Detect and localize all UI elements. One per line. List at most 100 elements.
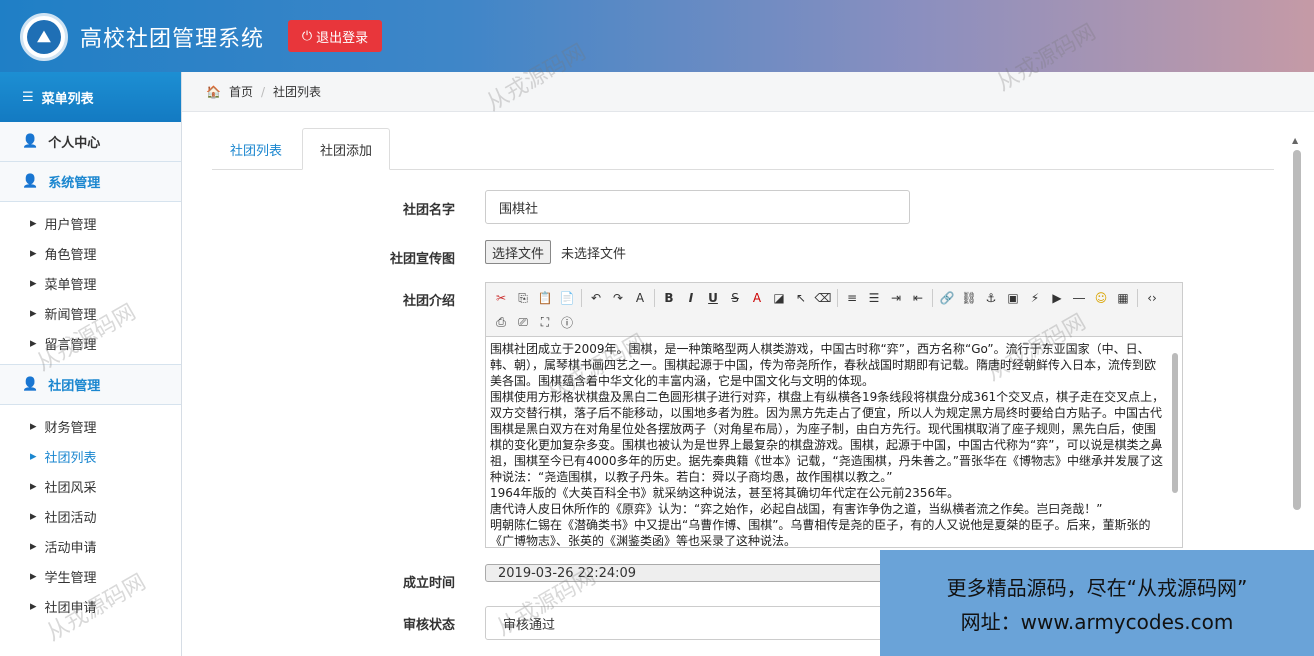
outdent-icon[interactable]: ⇤ <box>907 287 929 309</box>
list-icon[interactable]: ☰ <box>863 287 885 309</box>
intro-paragraph: 明朝陈仁锡在《潜确类书》中又提出“乌曹作博、围棋”。乌曹相传是尧的臣子，有的人又… <box>490 518 1151 546</box>
link-icon[interactable]: 🔗 <box>936 287 958 309</box>
tab-bar: 社团列表 社团添加 <box>212 128 1274 170</box>
sidebar-item-label: 活动申请 <box>44 540 97 556</box>
unlink-icon[interactable]: ⛓ <box>958 287 980 309</box>
sidebar-item-label: 社团活动 <box>44 510 97 526</box>
sidebar-item-label: 学生管理 <box>44 570 97 586</box>
select-icon[interactable]: ↖ <box>790 287 812 309</box>
print-icon[interactable]: ⎚ <box>512 311 534 333</box>
paste-icon[interactable]: 📋 <box>534 287 556 309</box>
power-icon: ⏻ <box>301 28 313 44</box>
sidebar-item-activity-apply[interactable]: ▸ 活动申请 <box>0 531 181 561</box>
sidebar-group-label: 系统管理 <box>48 176 101 191</box>
about-icon[interactable]: ⓘ <box>556 311 578 333</box>
sidebar-item-club-style[interactable]: ▸ 社团风采 <box>0 471 181 501</box>
promo-line-1: 更多精品源码，尽在“从戎源码网” <box>946 576 1248 600</box>
tab-club-add[interactable]: 社团添加 <box>302 128 390 170</box>
editor-content[interactable]: 围棋社团成立于2009年。围棋，是一种策略型两人棋类游戏，中国古时称“弈”，西方… <box>490 341 1165 546</box>
image-label: 社团宣传图 <box>389 252 455 267</box>
editor-scrollbar[interactable] <box>1169 341 1181 546</box>
sidebar-item-label: 留言管理 <box>44 337 97 353</box>
sidebar-item-club-activity[interactable]: ▸ 社团活动 <box>0 501 181 531</box>
undo-icon[interactable]: ↶ <box>585 287 607 309</box>
hr-icon[interactable]: ― <box>1068 287 1090 309</box>
indent-icon[interactable]: ⇥ <box>885 287 907 309</box>
sidebar-item-personal[interactable]: 👤 个人中心 <box>0 122 181 162</box>
sidebar-item-club-apply[interactable]: ▸ 社团申请 <box>0 591 181 621</box>
sidebar-item-label: 社团列表 <box>44 450 97 466</box>
club-submenu: ▸ 财务管理 ▸ 社团列表 ▸ 社团风采 ▸ 社团活动 ▸ 活动申请 ▸ 学生管理 ▸ 社团申… <box>0 405 181 627</box>
toolbar-separator <box>654 289 655 307</box>
club-name-input[interactable]: 围棋社 <box>485 190 910 224</box>
copy-icon[interactable]: ⎘ <box>512 287 534 309</box>
logout-label: 退出登录 <box>316 30 369 46</box>
cut-icon[interactable]: ✂ <box>490 287 512 309</box>
paste-text-icon[interactable]: 📄 <box>556 287 578 309</box>
fullscreen-icon[interactable]: ⛶ <box>534 311 556 333</box>
sidebar-item-label: 用户管理 <box>44 217 97 233</box>
caret-right-icon: ▸ <box>30 598 37 614</box>
sidebar-item-messages[interactable]: ▸ 留言管理 <box>0 328 181 358</box>
bold-icon[interactable]: B <box>658 287 680 309</box>
menu-header: ☰ 菜单列表 <box>0 72 181 122</box>
anchor-icon[interactable]: ⚓ <box>980 287 1002 309</box>
menu-title: 菜单列表 <box>41 91 94 107</box>
choose-file-button[interactable]: 选择文件 <box>485 240 552 264</box>
user-icon: 👤 <box>22 134 39 149</box>
bg-color-icon[interactable]: ◪ <box>768 287 790 309</box>
audit-status-select[interactable]: 审核通过 <box>485 606 910 640</box>
align-left-icon[interactable]: ≡ <box>841 287 863 309</box>
sidebar-item-menus[interactable]: ▸ 菜单管理 <box>0 268 181 298</box>
sidebar-item-news[interactable]: ▸ 新闻管理 <box>0 298 181 328</box>
sidebar-item-label: 财务管理 <box>44 420 97 436</box>
rich-text-editor: ✂ ⎘ 📋 📄 ↶ ↷ A B I U S A ◪ ↖ ⌫ ≡ ☰ ⇥ ⇤ 🔗 ⛓ ⚓ ▣ ⚡ ▶ ― ☺ ▦ ‹› ⎙ ⎚ ⛶ ⓘ 围棋社团成… <box>485 282 1183 548</box>
flash-icon[interactable]: ⚡ <box>1024 287 1046 309</box>
app-title: 高校社团管理系统 <box>80 27 265 52</box>
scroll-up-icon[interactable]: ▲ <box>1292 136 1298 145</box>
status-label: 审核状态 <box>402 618 455 633</box>
font-color-icon[interactable]: A <box>746 287 768 309</box>
promo-line-2: 网址：www.armycodes.com <box>960 610 1234 634</box>
image-icon[interactable]: ▣ <box>1002 287 1024 309</box>
caret-right-icon: ▸ <box>30 448 37 464</box>
sidebar-item-label: 个人中心 <box>48 136 101 151</box>
breadcrumb-home[interactable]: 首页 <box>229 83 253 100</box>
caret-right-icon: ▸ <box>30 538 37 554</box>
italic-icon[interactable]: I <box>680 287 702 309</box>
intro-label: 社团介绍 <box>402 294 455 309</box>
sidebar-item-club-list[interactable]: ▸ 社团列表 <box>0 441 181 471</box>
preview-icon[interactable]: ⎙ <box>490 311 512 333</box>
editor-toolbar: ✂ ⎘ 📋 📄 ↶ ↷ A B I U S A ◪ ↖ ⌫ ≡ ☰ ⇥ ⇤ 🔗 ⛓ ⚓ ▣ ⚡ ▶ ― ☺ ▦ ‹› ⎙ ⎚ ⛶ ⓘ <box>486 283 1182 337</box>
caret-right-icon: ▸ <box>30 508 37 524</box>
sidebar-item-label: 社团申请 <box>44 600 97 616</box>
system-submenu: ▸ 用户管理 ▸ 角色管理 ▸ 菜单管理 ▸ 新闻管理 ▸ 留言管理 <box>0 202 181 365</box>
sidebar-item-roles[interactable]: ▸ 角色管理 <box>0 238 181 268</box>
logout-button[interactable]: ⏻ 退出登录 <box>288 20 382 52</box>
app-header: ⛰ 高校社团管理系统 ⏻ 退出登录 <box>0 0 1314 72</box>
tab-club-list[interactable]: 社团列表 <box>212 128 300 170</box>
toolbar-separator <box>932 289 933 307</box>
media-icon[interactable]: ▶ <box>1046 287 1068 309</box>
redo-icon[interactable]: ↷ <box>607 287 629 309</box>
strike-icon[interactable]: S <box>724 287 746 309</box>
founded-date-field[interactable]: 2019-03-26 22:24:09 <box>485 564 910 582</box>
caret-right-icon: ▸ <box>30 215 37 231</box>
file-status-text: 未选择文件 <box>561 247 627 262</box>
source-icon[interactable]: ‹› <box>1141 287 1163 309</box>
underline-icon[interactable]: U <box>702 287 724 309</box>
emoji-icon[interactable]: ☺ <box>1090 287 1112 309</box>
caret-right-icon: ▸ <box>30 335 37 351</box>
breadcrumb: 🏠 首页 / 社团列表 <box>182 72 1314 112</box>
user-icon: 👤 <box>22 174 39 189</box>
breadcrumb-separator: / <box>260 84 266 99</box>
eraser-icon[interactable]: ⌫ <box>812 287 834 309</box>
sidebar-item-users[interactable]: ▸ 用户管理 <box>0 208 181 238</box>
sidebar-item-students[interactable]: ▸ 学生管理 <box>0 561 181 591</box>
font-icon[interactable]: A <box>629 287 651 309</box>
sidebar-item-label: 社团风采 <box>44 480 97 496</box>
table-icon[interactable]: ▦ <box>1112 287 1134 309</box>
sidebar-group-system[interactable]: 👤 系统管理 <box>0 162 181 202</box>
sidebar-item-finance[interactable]: ▸ 财务管理 <box>0 411 181 441</box>
sidebar-group-club[interactable]: 👤 社团管理 <box>0 365 181 405</box>
